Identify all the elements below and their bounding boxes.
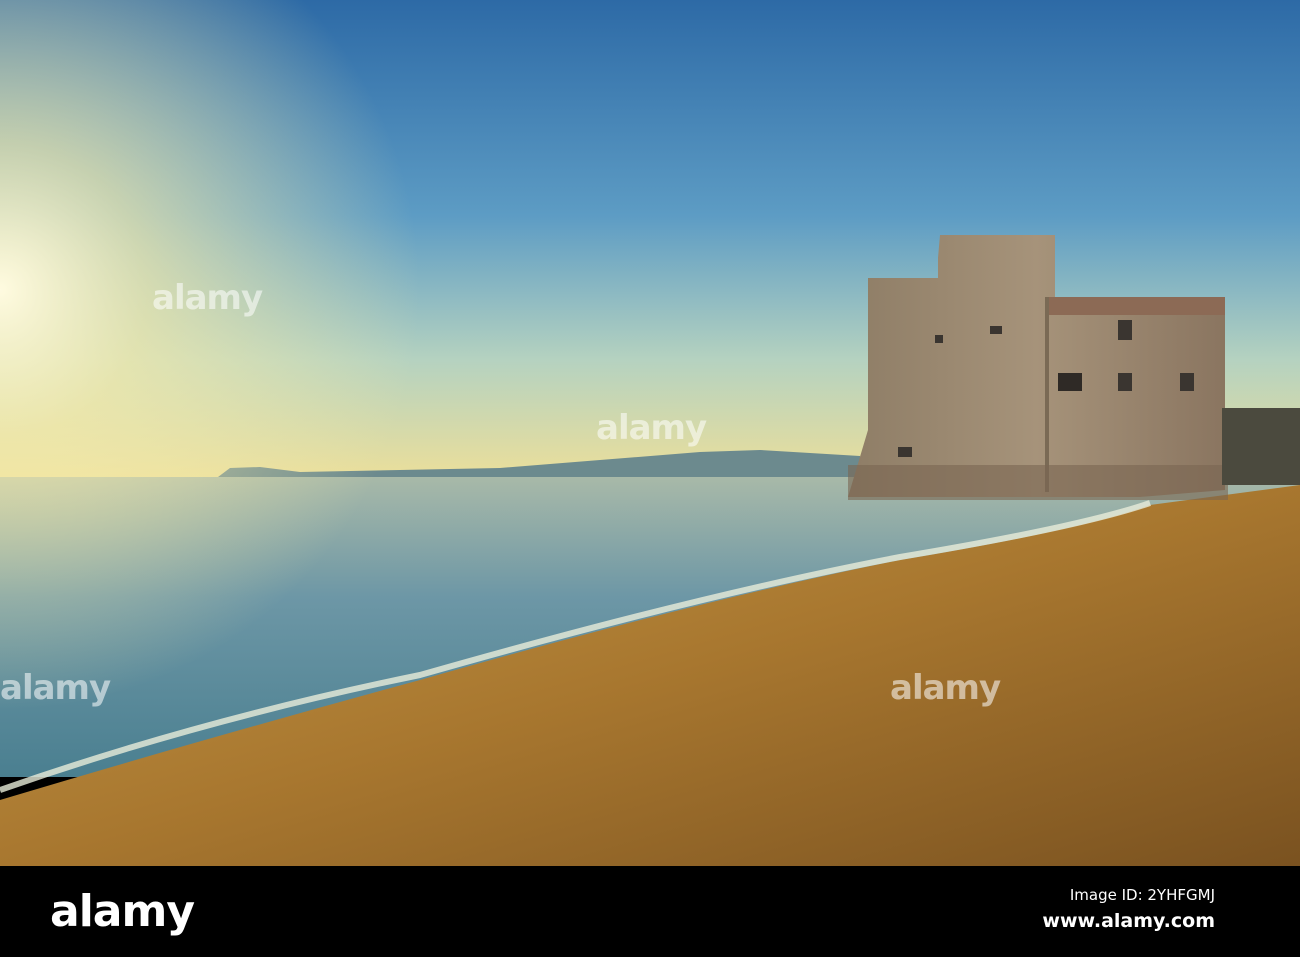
website-link[interactable]: www.alamy.com bbox=[1042, 910, 1215, 932]
beach-tower-photo: alamy alamy alamy alamy bbox=[0, 0, 1300, 866]
watermark-alamy: alamy bbox=[152, 278, 263, 318]
image-id: Image ID: 2YHFGMJ bbox=[1069, 886, 1215, 904]
watermark-alamy: alamy bbox=[890, 668, 1001, 708]
watermark-alamy: alamy bbox=[596, 408, 707, 448]
footer-bar: alamy Image ID: 2YHFGMJ www.alamy.com bbox=[0, 866, 1300, 957]
watermark-alamy: alamy bbox=[0, 668, 111, 708]
alamy-logo: alamy bbox=[50, 886, 195, 937]
